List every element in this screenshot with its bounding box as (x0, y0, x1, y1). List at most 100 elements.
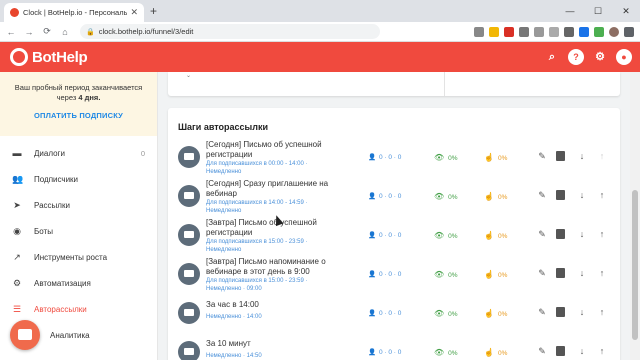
move-up-icon[interactable]: ↑ (596, 267, 608, 279)
extension-icon[interactable] (579, 26, 589, 37)
funnel-settings-card: ⌄ (168, 72, 620, 96)
extension-icon[interactable] (594, 26, 604, 37)
step-clicks: ☝ 0% (484, 348, 507, 357)
brand-logo[interactable]: BotHelp (10, 48, 88, 66)
delete-icon[interactable] (556, 346, 565, 356)
move-down-icon[interactable]: ↓ (576, 228, 588, 240)
sidebar-item-label: Боты (34, 226, 53, 236)
step-name[interactable]: [Сегодня] Письмо об успешной регистрации (206, 140, 342, 159)
edit-icon[interactable]: ✎ (536, 150, 548, 162)
maximize-button[interactable]: ☐ (584, 0, 612, 22)
sidebar-item-automation[interactable]: ⚙ Автоматизация (0, 270, 157, 296)
close-tab-icon[interactable]: ✕ (130, 7, 138, 18)
delete-icon[interactable] (556, 229, 565, 239)
chat-icon: ▬ (12, 148, 22, 158)
profile-avatar[interactable] (609, 26, 619, 37)
sidebar-item-subscribers[interactable]: 👥 Подписчики (0, 166, 157, 192)
step-views: 👁 0% (434, 348, 458, 357)
delete-icon[interactable] (556, 307, 565, 317)
click-icon: ☝ (484, 153, 494, 162)
forward-icon[interactable]: → (22, 27, 36, 37)
scrollbar-thumb[interactable] (632, 190, 638, 340)
clicks-value: 0% (497, 194, 508, 201)
step-clicks: ☝ 0% (484, 231, 507, 240)
step-row[interactable]: [Сегодня] Письмо об успешной регистрации… (168, 138, 620, 176)
extensions-bar (380, 26, 640, 37)
step-timing: Немедленно · 09:00 (206, 286, 262, 292)
step-row[interactable]: За час в 14:00 Немедленно · 14:00 👤 0 · 0… (168, 294, 620, 332)
back-icon[interactable]: ← (4, 27, 18, 37)
step-name[interactable]: За 10 минут (206, 339, 342, 349)
favicon-icon (10, 8, 19, 17)
reload-icon[interactable]: ⟳ (40, 26, 54, 37)
edit-icon[interactable]: ✎ (536, 345, 548, 357)
move-up-icon[interactable]: ↑ (596, 189, 608, 201)
menu-icon[interactable] (624, 26, 634, 37)
move-down-icon[interactable]: ↓ (576, 189, 588, 201)
browser-tab[interactable]: Clock | BotHelp.io - Персональ ✕ (4, 3, 144, 22)
step-name[interactable]: За час в 14:00 (206, 300, 342, 310)
user-icon: 👤 (368, 349, 377, 356)
sidebar-item-dialogs[interactable]: ▬ Диалоги 0 (0, 140, 157, 166)
eye-icon: 👁 (434, 192, 445, 201)
step-views: 👁 0% (434, 309, 458, 318)
step-timing: Немедленно · 14:50 (206, 353, 262, 359)
move-down-icon[interactable]: ↓ (576, 345, 588, 357)
edit-icon[interactable]: ✎ (536, 228, 548, 240)
sidebar-item-growth-tools[interactable]: ↗ Инструменты роста (0, 244, 157, 270)
step-row[interactable]: [Завтра] Письмо напоминание о вебинаре в… (168, 255, 620, 293)
extension-icon[interactable] (489, 26, 499, 37)
page-scrollbar[interactable] (630, 72, 640, 360)
new-tab-button[interactable]: + (150, 4, 157, 18)
gear-icon[interactable]: ⚙ (592, 49, 608, 65)
step-timing: Немедленно (206, 208, 242, 214)
search-icon[interactable]: ⌕ (544, 49, 560, 65)
close-window-button[interactable]: ✕ (612, 0, 640, 22)
sidebar-item-label: Автоматизация (34, 278, 91, 288)
clicks-value: 0% (497, 311, 508, 318)
users-value: 0 · 0 · 0 (379, 271, 402, 278)
move-up-icon[interactable]: ↑ (596, 228, 608, 240)
url-field[interactable]: 🔒 clock.bothelp.io/funnel/3/edit (80, 24, 380, 39)
trial-banner: Ваш пробный период заканчивается через 4… (0, 72, 157, 136)
minimize-button[interactable]: — (556, 0, 584, 22)
edit-icon[interactable]: ✎ (536, 267, 548, 279)
sidebar-item-autobroadcasts[interactable]: ☰ Авторассылки (0, 296, 157, 322)
extension-icon[interactable] (519, 26, 529, 37)
delete-icon[interactable] (556, 190, 565, 200)
delete-icon[interactable] (556, 151, 565, 161)
message-icon (178, 224, 200, 246)
eye-icon: 👁 (434, 231, 445, 240)
step-name[interactable]: [Завтра] Письмо напоминание о вебинаре в… (206, 257, 342, 276)
move-up-icon[interactable]: ↑ (596, 306, 608, 318)
extension-icon[interactable] (504, 26, 514, 37)
move-down-icon[interactable]: ↓ (576, 306, 588, 318)
click-icon: ☝ (484, 309, 494, 318)
camera-icon[interactable] (474, 26, 484, 37)
pay-subscription-link[interactable]: ОПЛАТИТЬ ПОДПИСКУ (0, 111, 157, 121)
extension-icon[interactable] (564, 26, 574, 37)
move-down-icon[interactable]: ↓ (576, 267, 588, 279)
app-header: BotHelp ⌕ ? ⚙ ● (0, 42, 640, 72)
main-content: ⌄ Шаги авторассылки [Сегодня] Письмо об … (158, 72, 630, 360)
edit-icon[interactable]: ✎ (536, 306, 548, 318)
step-row[interactable]: [Завтра] Письмо об успешной регистрации … (168, 216, 620, 254)
step-row[interactable]: [Сегодня] Сразу приглашение на вебинар Д… (168, 177, 620, 215)
extension-icon[interactable] (534, 26, 544, 37)
sidebar-item-broadcasts[interactable]: ➤ Рассылки (0, 192, 157, 218)
account-icon[interactable]: ● (616, 49, 632, 65)
step-name[interactable]: [Сегодня] Сразу приглашение на вебинар (206, 179, 342, 198)
delete-icon[interactable] (556, 268, 565, 278)
sidebar-item-bots[interactable]: ◉ Боты (0, 218, 157, 244)
move-up-icon[interactable]: ↑ (596, 345, 608, 357)
extension-icon[interactable] (549, 26, 559, 37)
home-icon[interactable]: ⌂ (58, 27, 72, 37)
step-row[interactable]: За 10 минут Немедленно · 14:50 👤 0 · 0 · … (168, 333, 620, 360)
sidebar-item-label: Диалоги (34, 148, 65, 158)
support-chat-button[interactable] (10, 320, 40, 350)
edit-icon[interactable]: ✎ (536, 189, 548, 201)
move-down-icon[interactable]: ↓ (576, 150, 588, 162)
collapse-icon[interactable]: ⌄ (186, 72, 191, 79)
help-icon[interactable]: ? (568, 49, 584, 65)
chat-bubble-icon (18, 329, 32, 340)
